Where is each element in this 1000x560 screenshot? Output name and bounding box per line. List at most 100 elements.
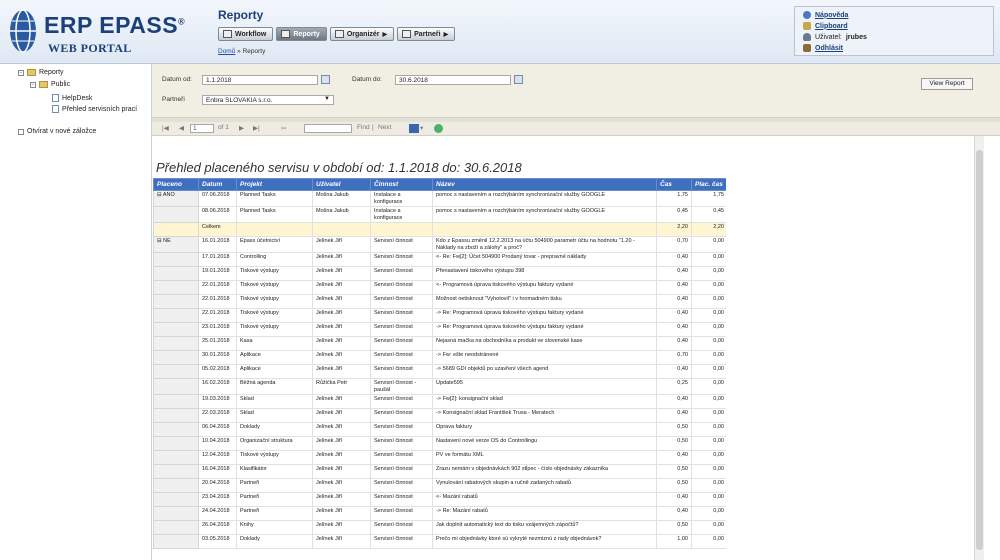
- export-icon[interactable]: [409, 124, 419, 133]
- table-row: 26.04.2018 Knihy Jelínek Jiří Servisní činn…: [153, 520, 728, 535]
- menu-button-2[interactable]: Organizér ▶: [329, 27, 395, 41]
- column-header[interactable]: Projekt: [236, 178, 313, 191]
- cell-c: Servisní činnost: [370, 294, 433, 309]
- prev-page-icon[interactable]: ◀: [179, 124, 184, 132]
- tree-item-prehled[interactable]: Přehled servisních prací: [52, 105, 137, 113]
- report-icon: [281, 30, 291, 38]
- cell-c: Servisní činnost: [370, 464, 433, 479]
- help-icon: [803, 11, 811, 19]
- column-header[interactable]: Název: [432, 178, 657, 191]
- next-link[interactable]: Next: [378, 124, 391, 131]
- menu-button-3[interactable]: Partneři ▶: [397, 27, 456, 41]
- partner-select[interactable]: Enbra SLOVAKIA s.r.o. ▼: [202, 95, 334, 105]
- tree-item-helpdesk[interactable]: HelpDesk: [52, 94, 92, 102]
- cell-g: [153, 294, 199, 309]
- cell-t: 0,50: [656, 464, 692, 479]
- calendar-icon[interactable]: [321, 75, 330, 84]
- cell-c: Servisní činnost: [370, 322, 433, 337]
- last-page-icon[interactable]: ▶|: [253, 124, 260, 132]
- breadcrumb-home-link[interactable]: Domů: [218, 48, 235, 55]
- cell-t: 0,40: [656, 308, 692, 323]
- open-new-tab-checkbox[interactable]: [18, 128, 24, 135]
- cell-t: 1,00: [656, 534, 692, 549]
- column-header[interactable]: Plac. čas: [691, 178, 728, 191]
- cell-d: 03.05.2018: [198, 534, 237, 549]
- cell-c: Servisní činnost: [370, 450, 433, 465]
- first-page-icon[interactable]: |◀: [162, 124, 169, 132]
- column-header[interactable]: Uživatel: [312, 178, 371, 191]
- cell-p: Partneři: [236, 492, 313, 507]
- cell-u: Jelínek Jiří: [312, 506, 371, 521]
- cell-pt: 0,00: [691, 464, 728, 479]
- column-header[interactable]: Činnost: [370, 178, 433, 191]
- cell-g: [153, 534, 199, 549]
- partner-label: Partneři: [162, 96, 185, 103]
- find-link[interactable]: Find: [357, 124, 370, 131]
- cell-c: [370, 222, 433, 237]
- cell-g: [153, 408, 199, 423]
- collapse-icon[interactable]: −: [18, 69, 24, 76]
- page-count: of 1: [218, 124, 229, 131]
- cell-pt: 0,00: [691, 236, 728, 253]
- back-icon[interactable]: ⇦: [281, 124, 286, 132]
- user-prefix: Uživatel:: [815, 33, 842, 41]
- cell-c: Servisní činnost: [370, 336, 433, 351]
- open-new-tab-option[interactable]: Otvírat v nové záložce: [18, 128, 96, 135]
- cell-g: [153, 506, 199, 521]
- date-to-input[interactable]: 30.6.2018: [395, 75, 511, 85]
- column-header[interactable]: Čas: [656, 178, 692, 191]
- cell-pt: 0,00: [691, 280, 728, 295]
- cell-d: 16.04.2018: [198, 464, 237, 479]
- cell-t: 0,40: [656, 450, 692, 465]
- logout-link[interactable]: Odhlásit: [815, 45, 843, 52]
- find-input[interactable]: [304, 124, 352, 133]
- report-viewer: Přehled placeného servisu v období od: 1…: [152, 136, 728, 560]
- vertical-scrollbar[interactable]: [974, 136, 984, 560]
- menu-button-1[interactable]: Reporty: [276, 27, 327, 41]
- table-row: 22.01.2018 Tiskové výstupy Jelínek Jiří Ser…: [153, 308, 728, 323]
- cell-n: Nejasná mačka na obchodníka a produkt ve…: [432, 336, 657, 351]
- column-header[interactable]: Datum: [198, 178, 237, 191]
- cell-pt: 0,00: [691, 394, 728, 409]
- cell-u: Jelínek Jiří: [312, 252, 371, 267]
- cell-u: Jelínek Jiří: [312, 308, 371, 323]
- page-number-input[interactable]: 1: [190, 124, 214, 133]
- cell-c: Servisní činnost: [370, 394, 433, 409]
- refresh-icon[interactable]: [434, 124, 443, 133]
- table-row: 06.04.2018 Doklady Jelínek Jiří Servisní či…: [153, 422, 728, 437]
- cell-n: PV ve formátu XML: [432, 450, 657, 465]
- help-link[interactable]: Nápověda: [815, 12, 848, 19]
- date-from-input[interactable]: 1.1.2018: [202, 75, 318, 85]
- collapse-icon[interactable]: −: [30, 81, 36, 88]
- cell-g: [153, 308, 199, 323]
- tree-node-public[interactable]: − Public: [30, 81, 70, 88]
- cell-u: [312, 222, 371, 237]
- cell-n: -> Re: Programová úprava tiskového výstu…: [432, 322, 657, 337]
- cell-c: Servisní činnost: [370, 422, 433, 437]
- cell-t: 0,25: [656, 378, 692, 395]
- column-header[interactable]: Placeno: [153, 178, 199, 191]
- cell-c: Servisní činnost: [370, 436, 433, 451]
- calendar-icon[interactable]: [514, 75, 523, 84]
- cell-n: <- Mazání rabatů: [432, 492, 657, 507]
- chevron-down-icon[interactable]: ▾: [420, 124, 423, 132]
- clipboard-link[interactable]: Clipboard: [815, 23, 848, 30]
- cell-c: Servisní činnost: [370, 364, 433, 379]
- table-row: ⊟ ANO 07.06.2018 Planned Tasks Mošna Jakub I…: [153, 190, 728, 207]
- cell-u: Jelínek Jiří: [312, 280, 371, 295]
- next-page-icon[interactable]: ▶: [239, 124, 244, 132]
- open-new-tab-label: Otvírat v nové záložce: [27, 128, 97, 135]
- scrollbar-thumb[interactable]: [976, 150, 983, 550]
- date-from-label: Datum od:: [162, 76, 192, 83]
- menu-button-0[interactable]: Workflow: [218, 27, 274, 41]
- report-table: Placeno Datum Projekt Uživatel Činnost Název Č…: [153, 178, 728, 549]
- cell-t: 0,40: [656, 294, 692, 309]
- cell-u: Jelínek Jiří: [312, 436, 371, 451]
- cell-p: Klasifikátor: [236, 464, 313, 479]
- cell-p: Doklady: [236, 422, 313, 437]
- cell-pt: 0,00: [691, 364, 728, 379]
- tree-node-reporty[interactable]: − Reporty: [18, 69, 64, 76]
- cell-c: Servisní činnost: [370, 280, 433, 295]
- cell-u: Jelínek Jiří: [312, 364, 371, 379]
- view-report-button[interactable]: View Report: [921, 78, 973, 90]
